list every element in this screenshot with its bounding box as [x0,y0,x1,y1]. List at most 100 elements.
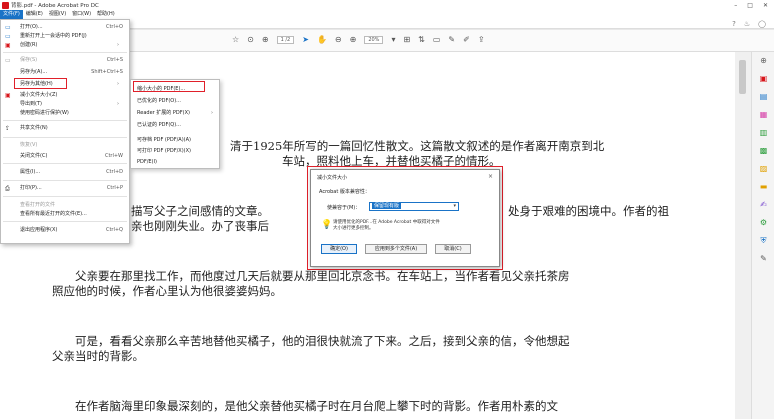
right-tool-rail: ⊕ ▣ ▤ ▦ ▥ ▩ ▨ ▬ ✍ ⚙ ⛨ ✎ [751,52,774,419]
submenu-item-label: 已认证的 PDF(Q)... [137,122,181,128]
menu-item-label: 打印(P)... [20,185,42,191]
maximize-button[interactable]: □ [747,2,753,9]
submenu-item-pdfa[interactable]: 可存档 PDF (PDF/A)(A) [137,136,219,145]
fit-page-icon[interactable]: ⊞ [403,35,410,44]
menu-view[interactable]: 视图(V) [46,10,69,19]
ok-button[interactable]: 确定(O) [321,244,357,254]
submenu-item-pdfx[interactable]: 可打印 PDF (PDF/X)(X) [137,147,219,156]
sign-icon[interactable]: ✍ [752,196,774,214]
combine-icon[interactable]: ▤ [752,88,774,106]
comment-icon[interactable]: ▭ [433,35,441,44]
menu-item-share-file[interactable]: ⇪ 共享文件(N) [1,124,129,133]
cancel-button[interactable]: 取消(C) [435,244,471,254]
menu-item-label: 另存为(A)... [20,69,48,75]
menu-help[interactable]: 帮助(H) [94,10,118,19]
zoom-out-icon[interactable]: ⊖ [335,35,342,44]
doc-line-7: 照应他的时候，作者心里认为他很婆婆妈妈。 [52,284,282,298]
submenu-item-optimized-pdf[interactable]: 已优化的 PDF(O)... [137,97,219,106]
compat-select-value: 保留现有版 [372,203,402,209]
minimize-button[interactable]: – [734,2,737,9]
menu-item-label: 查看所有最近打开的文件(E)... [20,211,87,217]
menu-item-label: 退出应用程序(X) [20,227,58,233]
menu-item-label: 导出到(T) [20,101,42,107]
menu-item-protect[interactable]: 使用密码进行保护(W) [1,109,129,118]
apply-multiple-button[interactable]: 应用到多个文件(A) [365,244,427,254]
menu-item-label: 创建(R) [20,42,38,48]
menu-item-recent-files[interactable]: 查看所有最近打开的文件(E)... [1,210,129,219]
window-title: 背影.pdf - Adobe Acrobat Pro DC [11,3,99,9]
submenu-arrow-icon: › [117,101,119,107]
submenu-item-label: 可打印 PDF (PDF/X)(X) [137,148,191,154]
hand-icon[interactable]: ✋ [317,35,327,44]
comment-rail-icon[interactable]: ▬ [752,178,774,196]
doc-line-1: 清于1925年所写的一篇回忆性散文。这篇散文叙述的是作者离开南京到北 [230,139,605,153]
zoom-field[interactable]: 20% [364,35,384,44]
pen-icon[interactable]: ✎ [448,35,455,44]
menu-file[interactable]: 文件(F) [0,10,23,19]
bell-icon[interactable]: ♨ [744,20,750,28]
title-bar: 背影.pdf - Adobe Acrobat Pro DC – □ ✕ [0,0,774,10]
star-icon[interactable]: ☆ [232,35,239,44]
menu-item-reduce-size[interactable]: ▣ 减小文件大小(Z) [1,91,129,100]
save-as-other-submenu: 缩小大小的 PDF(E)... 已优化的 PDF(O)... Reader 扩展… [130,79,220,169]
cursor-icon[interactable]: ➤ [302,35,309,44]
lightbulb-icon: 💡 [321,220,333,230]
print-icon: ⎙ [5,185,10,192]
menu-item-shortcut: Shift+Ctrl+S [91,69,123,75]
chevron-down-icon: ▾ [453,203,456,209]
menu-item-print[interactable]: ⎙ 打印(P)... Ctrl+P [1,184,129,193]
scan-icon[interactable]: ▨ [752,160,774,178]
menu-separator [3,137,127,138]
submenu-item-pdfe[interactable]: PDF/E(I) [137,158,219,167]
pdf-create-icon[interactable]: ▣ [752,70,774,88]
scroll-mode-icon[interactable]: ⇅ [418,35,425,44]
menu-edit[interactable]: 编辑(E) [23,10,46,19]
more-tools-icon[interactable]: ✎ [752,250,774,268]
edit-pdf-icon[interactable]: ▦ [752,106,774,124]
submenu-item-reader-extended[interactable]: Reader 扩展的 PDF(X) › [137,109,219,118]
menu-item-view-open-files: 查看打开的文件 [1,201,129,210]
menu-item-exit[interactable]: 退出应用程序(X) Ctrl+Q [1,226,129,235]
export-icon[interactable]: ▥ [752,124,774,142]
file-menu: ▭ 打开(O)... Ctrl+O ▭ 重新打开上一会话中的 PDF(J) ▣ … [0,19,130,244]
page-number-field[interactable]: 1 /2 [276,35,295,44]
doc-line-8: 可是，看看父亲那么辛苦地替他买橘子，他的泪很快就流了下来。之后，接到父亲的信，令… [75,334,570,348]
menu-window[interactable]: 窗口(W) [69,10,94,19]
menu-item-label: 关闭文件(C) [20,153,48,159]
menu-item-properties[interactable]: 属性(I)... Ctrl+D [1,168,129,177]
compat-select[interactable]: 保留现有版 ▾ [369,202,459,211]
menu-item-revert: 恢复(V) [1,141,129,150]
menu-item-reopen[interactable]: ▭ 重新打开上一会话中的 PDF(J) [1,32,129,41]
help-icon[interactable]: ? [732,20,736,28]
zoom-in-icon[interactable]: ⊕ [350,35,357,44]
menu-item-export-to[interactable]: 导出到(T) › [1,100,129,109]
menu-item-shortcut: Ctrl+D [106,169,123,175]
submenu-arrow-icon: › [117,42,119,48]
menu-item-open[interactable]: ▭ 打开(O)... Ctrl+O [1,23,129,32]
arrow-down-icon[interactable]: ⊕ [262,35,269,44]
menu-item-close-file[interactable]: 关闭文件(C) Ctrl+W [1,152,129,161]
compat-label: 使兼容于(M)： [327,205,361,211]
menu-item-create[interactable]: ▣ 创建(R) › [1,41,129,50]
scrollbar-thumb[interactable] [739,60,746,94]
create-icon: ▣ [5,42,11,49]
zoom-dropdown-icon[interactable]: ▾ [391,35,395,44]
menu-item-label: 属性(I)... [20,169,41,175]
folder-icon: ▭ [5,24,11,31]
zoom-icon[interactable]: ⊕ [752,52,774,70]
vertical-scrollbar[interactable] [735,52,751,419]
submenu-item-certified-pdf[interactable]: 已认证的 PDF(Q)... [137,121,219,130]
share-icon[interactable]: ⇪ [478,35,485,44]
close-window-button[interactable]: ✕ [763,2,768,9]
menu-item-save-as[interactable]: 另存为(A)... Shift+Ctrl+S [1,68,129,77]
menu-separator [3,120,127,121]
organize-icon[interactable]: ▩ [752,142,774,160]
highlight-icon[interactable]: ✐ [463,35,470,44]
protect-icon[interactable]: ⛨ [752,232,774,250]
dialog-close-button[interactable]: × [488,173,493,180]
fill-sign-icon[interactable]: ⚙ [752,214,774,232]
arrow-up-icon[interactable]: ⊙ [247,35,254,44]
user-icon[interactable]: ◯ [758,20,766,28]
reopen-icon: ▭ [5,33,11,40]
doc-line-9: 父亲当时的背影。 [52,349,144,363]
